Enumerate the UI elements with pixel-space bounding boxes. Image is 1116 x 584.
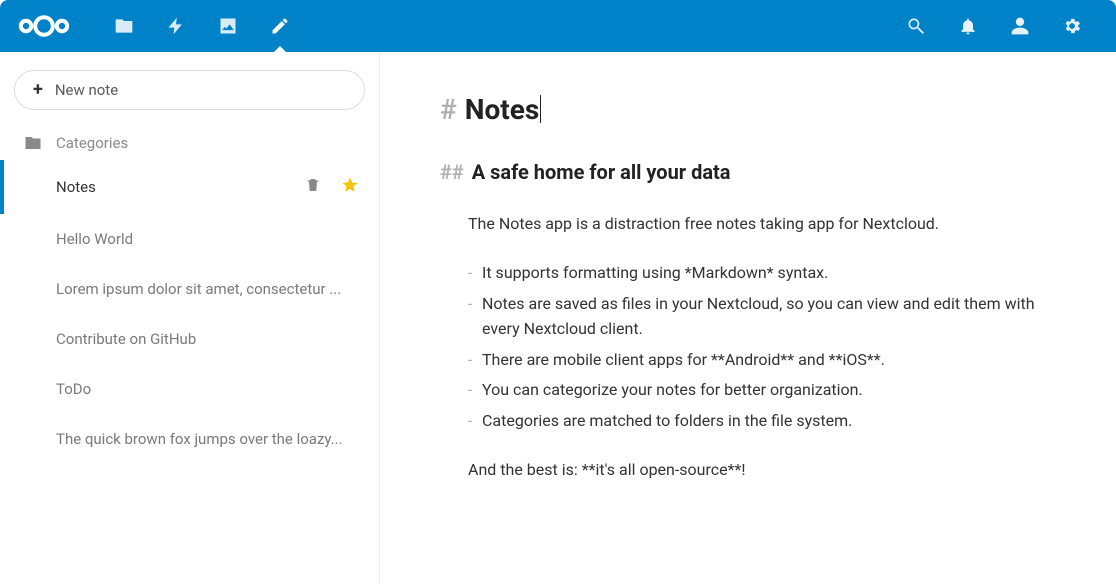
note-bullet: Notes are saved as files in your Nextclo… [468,292,1068,342]
nav-notes-icon[interactable] [254,0,306,52]
contacts-icon[interactable] [994,0,1046,52]
plus-icon: + [33,81,43,99]
note-heading-1: Notes [465,88,542,131]
main-area: + New note Categories Notes Hello World … [0,52,1116,584]
nav-activity-icon[interactable] [150,0,202,52]
nav-files-icon[interactable] [98,0,150,52]
nextcloud-logo[interactable] [18,14,70,38]
categories-toggle[interactable]: Categories [0,120,379,160]
note-intro-paragraph: The Notes app is a distraction free note… [468,212,1068,237]
note-title: Hello World [56,230,365,248]
categories-label: Categories [56,134,128,152]
note-body: The Notes app is a distraction free note… [440,212,1068,482]
note-item-contribute[interactable]: Contribute on GitHub [0,314,379,364]
md-h1-marker: # [440,88,457,131]
sidebar: + New note Categories Notes Hello World … [0,52,380,584]
heading-1-line: # Notes [440,88,1068,131]
top-app-bar [0,0,1116,52]
star-icon[interactable] [341,176,359,198]
note-bullet: There are mobile client apps for **Andro… [468,348,1068,373]
note-actions [305,176,365,198]
note-title: Notes [56,178,297,196]
note-bullet: It supports formatting using *Markdown* … [468,261,1068,286]
md-h2-marker: ## [440,157,464,188]
note-editor[interactable]: # Notes ## A safe home for all your data… [380,52,1116,584]
note-closing-paragraph: And the best is: **it's all open-source*… [468,458,1068,483]
note-bullet: You can categorize your notes for better… [468,378,1068,403]
note-title: ToDo [56,380,365,398]
note-item-lorem[interactable]: Lorem ipsum dolor sit amet, consectetur … [0,264,379,314]
note-bullet-list: It supports formatting using *Markdown* … [468,261,1068,434]
note-title: The quick brown fox jumps over the loazy… [56,430,365,448]
settings-icon[interactable] [1046,0,1098,52]
trash-icon[interactable] [305,176,321,198]
app-root: + New note Categories Notes Hello World … [0,0,1116,584]
note-title: Contribute on GitHub [56,330,365,348]
note-heading-2: A safe home for all your data [472,157,731,188]
notifications-icon[interactable] [942,0,994,52]
nav-photos-icon[interactable] [202,0,254,52]
note-list: Notes Hello World Lorem ipsum dolor sit … [0,160,379,464]
folder-icon [24,134,42,152]
note-bullet: Categories are matched to folders in the… [468,409,1068,434]
top-nav-right [890,0,1098,52]
new-note-label: New note [55,81,118,99]
note-item-hello-world[interactable]: Hello World [0,214,379,264]
top-nav-left [98,0,306,52]
note-item-notes[interactable]: Notes [0,160,379,214]
heading-2-line: ## A safe home for all your data [440,157,1068,188]
new-note-button[interactable]: + New note [14,70,365,110]
note-item-quickfox[interactable]: The quick brown fox jumps over the loazy… [0,414,379,464]
search-icon[interactable] [890,0,942,52]
note-item-todo[interactable]: ToDo [0,364,379,414]
note-title: Lorem ipsum dolor sit amet, consectetur … [56,280,365,298]
